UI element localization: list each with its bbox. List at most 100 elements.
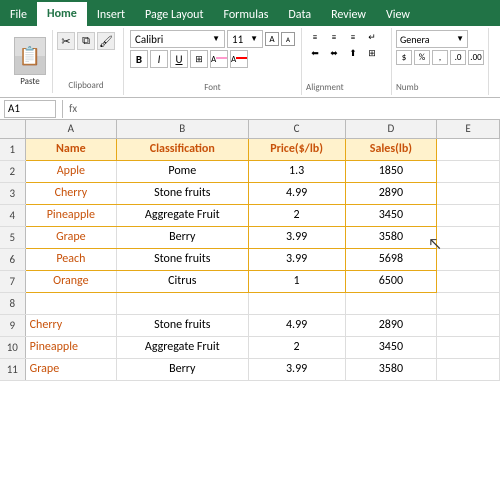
tab-view[interactable]: View — [376, 4, 420, 26]
cell-d7[interactable]: 6500 — [345, 270, 436, 292]
font-size-box[interactable]: 11 ▼ — [227, 30, 263, 48]
cell-b11[interactable]: Berry — [117, 358, 248, 380]
cell-a2[interactable]: Apple — [25, 160, 116, 182]
cell-a4[interactable]: Pineapple — [25, 204, 116, 226]
decrease-decimal-button[interactable]: .0 — [450, 50, 466, 65]
col-header-c[interactable]: C — [248, 120, 345, 138]
border-button[interactable]: ⊞ — [190, 50, 208, 68]
cell-c9[interactable]: 4.99 — [248, 314, 345, 336]
cell-d2[interactable]: 1850 — [345, 160, 436, 182]
font-size-dropdown-icon[interactable]: ▼ — [250, 34, 258, 44]
cell-a11[interactable]: Grape — [25, 358, 116, 380]
align-top-center-button[interactable]: ≡ — [325, 30, 343, 45]
cell-c6[interactable]: 3.99 — [248, 248, 345, 270]
tab-formulas[interactable]: Formulas — [213, 4, 278, 26]
cell-c4[interactable]: 2 — [248, 204, 345, 226]
cell-d8[interactable] — [345, 292, 436, 314]
cell-b3[interactable]: Stone fruits — [117, 182, 248, 204]
tab-page-layout[interactable]: Page Layout — [135, 4, 213, 26]
cell-b9[interactable]: Stone fruits — [117, 314, 248, 336]
align-top-left-button[interactable]: ≡ — [306, 30, 324, 45]
cell-d1[interactable]: Sales(lb) — [345, 138, 436, 160]
cell-a7[interactable]: Orange — [25, 270, 116, 292]
cell-c10[interactable]: 2 — [248, 336, 345, 358]
tab-file[interactable]: File — [0, 4, 37, 26]
cell-e10[interactable] — [437, 336, 500, 358]
name-box[interactable]: A1 — [4, 100, 56, 118]
cell-d5[interactable]: 3580 — [345, 226, 436, 248]
cell-c8[interactable] — [248, 292, 345, 314]
cell-b8[interactable] — [117, 292, 248, 314]
cell-c3[interactable]: 4.99 — [248, 182, 345, 204]
cell-e5[interactable] — [437, 226, 500, 248]
cell-b1[interactable]: Classification — [117, 138, 248, 160]
cell-a5[interactable]: Grape — [25, 226, 116, 248]
cell-a6[interactable]: Peach — [25, 248, 116, 270]
font-decrease-button[interactable]: A — [281, 32, 295, 46]
format-painter-icon[interactable]: 🖌 — [97, 32, 115, 50]
cell-e6[interactable] — [437, 248, 500, 270]
cell-b7[interactable]: Citrus — [117, 270, 248, 292]
wrap-text-button[interactable]: ↵ — [363, 30, 381, 45]
cell-e7[interactable] — [437, 270, 500, 292]
copy-icon[interactable]: ⧉ — [77, 32, 95, 50]
cell-e9[interactable] — [437, 314, 500, 336]
cut-icon[interactable]: ✂ — [57, 32, 75, 50]
align-right-button[interactable]: ⬆ — [344, 46, 362, 61]
cell-d10[interactable]: 3450 — [345, 336, 436, 358]
increase-decimal-button[interactable]: .00 — [468, 50, 484, 65]
cell-b2[interactable]: Pome — [117, 160, 248, 182]
col-header-e[interactable]: E — [437, 120, 500, 138]
cell-d6[interactable]: 5698 — [345, 248, 436, 270]
cell-d11[interactable]: 3580 — [345, 358, 436, 380]
align-top-right-button[interactable]: ≡ — [344, 30, 362, 45]
cell-b6[interactable]: Stone fruits — [117, 248, 248, 270]
cell-e11[interactable] — [437, 358, 500, 380]
cell-a9[interactable]: Cherry — [25, 314, 116, 336]
tab-insert[interactable]: Insert — [87, 4, 135, 26]
font-name-dropdown-icon[interactable]: ▼ — [212, 34, 220, 44]
cell-a3[interactable]: Cherry — [25, 182, 116, 204]
cell-c1[interactable]: Price($/lb) — [248, 138, 345, 160]
cell-a10[interactable]: Pineapple — [25, 336, 116, 358]
cell-b10[interactable]: Aggregate Fruit — [117, 336, 248, 358]
formula-input[interactable] — [81, 100, 496, 118]
merge-center-button[interactable]: ⊞ — [363, 46, 381, 61]
font-increase-button[interactable]: A — [265, 32, 279, 46]
number-format-box[interactable]: Genera ▼ — [396, 30, 468, 48]
align-left-button[interactable]: ⬅ — [306, 46, 324, 61]
tab-home[interactable]: Home — [37, 2, 87, 26]
cell-d9[interactable]: 2890 — [345, 314, 436, 336]
cell-a1[interactable]: Name — [25, 138, 116, 160]
font-name-box[interactable]: Calibri ▼ — [130, 30, 225, 48]
tab-review[interactable]: Review — [321, 4, 376, 26]
cell-d3[interactable]: 2890 — [345, 182, 436, 204]
col-header-b[interactable]: B — [117, 120, 248, 138]
cell-c7[interactable]: 1 — [248, 270, 345, 292]
percent-button[interactable]: % — [414, 50, 430, 65]
comma-button[interactable]: , — [432, 50, 448, 65]
cell-e1[interactable] — [437, 138, 500, 160]
paste-button[interactable]: 📋 Paste — [8, 30, 53, 93]
align-center-button[interactable]: ⬌ — [325, 46, 343, 61]
cell-e2[interactable] — [437, 160, 500, 182]
cell-c11[interactable]: 3.99 — [248, 358, 345, 380]
cell-e8[interactable] — [437, 292, 500, 314]
number-format-dropdown-icon[interactable]: ▼ — [456, 34, 464, 44]
cell-a8[interactable] — [25, 292, 116, 314]
italic-button[interactable]: I — [150, 50, 168, 68]
col-header-a[interactable]: A — [25, 120, 116, 138]
bold-button[interactable]: B — [130, 50, 148, 68]
cell-e4[interactable] — [437, 204, 500, 226]
font-color-button[interactable]: A — [230, 50, 248, 68]
cell-b4[interactable]: Aggregate Fruit — [117, 204, 248, 226]
cell-e3[interactable] — [437, 182, 500, 204]
cell-c2[interactable]: 1.3 — [248, 160, 345, 182]
fill-color-button[interactable]: A — [210, 50, 228, 68]
cell-b5[interactable]: Berry — [117, 226, 248, 248]
currency-button[interactable]: $ — [396, 50, 412, 65]
col-header-d[interactable]: D — [345, 120, 436, 138]
cell-d4[interactable]: 3450 — [345, 204, 436, 226]
cell-c5[interactable]: 3.99 — [248, 226, 345, 248]
tab-data[interactable]: Data — [278, 4, 321, 26]
